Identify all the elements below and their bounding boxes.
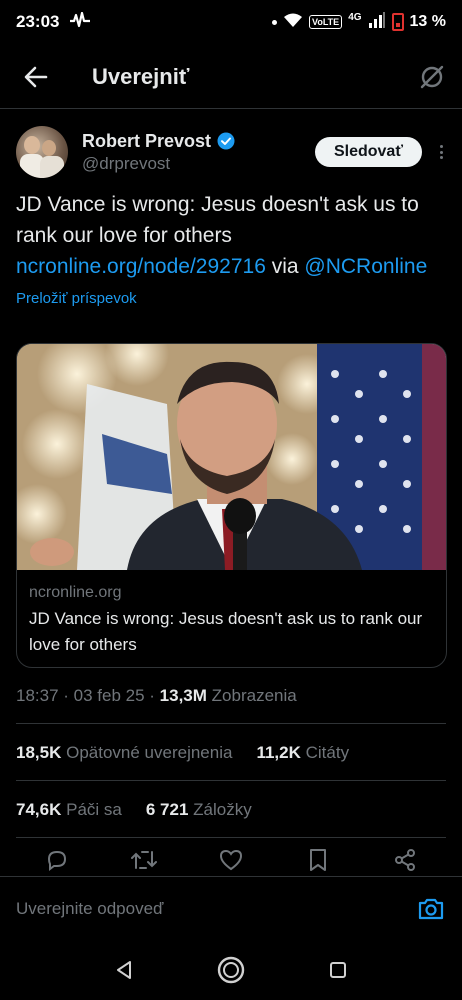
alarm-dot-icon xyxy=(272,19,278,25)
author-name[interactable]: Robert Prevost xyxy=(82,131,211,152)
battery-level: 13 % xyxy=(409,13,446,30)
network-type: 4G xyxy=(348,11,362,23)
more-options-button[interactable] xyxy=(436,142,446,162)
tweet-via: via xyxy=(265,255,305,278)
quotes-stat[interactable]: 11,2K Citáty xyxy=(256,743,349,763)
heart-icon xyxy=(219,849,242,871)
camera-icon xyxy=(418,898,444,919)
back-button[interactable] xyxy=(16,57,56,97)
reply-button[interactable] xyxy=(43,846,71,874)
status-time: 23:03 xyxy=(16,12,60,31)
nav-recents-button[interactable] xyxy=(320,952,356,988)
grok-icon xyxy=(420,65,444,89)
stats-row-likes: 74,6K Páči sa 6 721 Záložky xyxy=(16,800,252,820)
reply-icon xyxy=(48,850,67,871)
page-title: Uverejniť xyxy=(92,64,190,89)
card-info: ncronline.org JD Vance is wrong: Jesus d… xyxy=(17,570,446,658)
grok-button[interactable] xyxy=(416,61,448,93)
translate-post-link[interactable]: Preložiť príspevok xyxy=(16,290,137,307)
like-button[interactable] xyxy=(217,846,245,874)
nav-home-button[interactable] xyxy=(213,952,249,988)
card-image xyxy=(17,344,446,570)
arrow-left-icon xyxy=(24,66,48,88)
action-bar xyxy=(0,846,462,878)
status-bar: 23:03 VoLTE 4G 13 % xyxy=(0,0,462,44)
views-count: 13,3M xyxy=(159,686,207,705)
share-icon xyxy=(394,849,415,871)
top-bar: Uverejniť xyxy=(0,50,462,104)
link-card[interactable]: ncronline.org JD Vance is wrong: Jesus d… xyxy=(16,343,447,668)
repost-icon xyxy=(131,851,158,869)
square-recents-icon xyxy=(330,962,347,978)
card-title: JD Vance is wrong: Jesus doesn't ask us … xyxy=(29,609,423,654)
nav-back-button[interactable] xyxy=(106,952,142,988)
activity-icon xyxy=(69,11,91,33)
card-domain: ncronline.org xyxy=(29,584,122,601)
author-names: Robert Prevost @drprevost xyxy=(82,131,235,174)
signal-icon xyxy=(368,11,386,33)
bookmarks-stat[interactable]: 6 721 Záložky xyxy=(146,800,252,820)
meta-divider xyxy=(16,723,446,724)
tweet-body: JD Vance is wrong: Jesus doesn't ask us … xyxy=(16,193,419,247)
tweet-date: 03 feb 25 xyxy=(73,686,145,705)
header-divider xyxy=(0,108,462,109)
stats-row-reposts: 18,5K Opätovné uverejnenia 11,2K Citáty xyxy=(16,743,349,763)
volte-badge: VoLTE xyxy=(309,15,343,29)
tweet-meta: 18:37 · 03 feb 25 · 13,3M Zobrazenia xyxy=(16,686,297,705)
tweet-link[interactable]: ncronline.org/node/292716 xyxy=(16,255,266,278)
tweet-text: JD Vance is wrong: Jesus doesn't ask us … xyxy=(16,189,446,282)
tweet-mention[interactable]: @NCRonline xyxy=(304,255,427,278)
follow-button[interactable]: Sledovať xyxy=(314,137,422,167)
system-nav-bar xyxy=(0,940,462,1000)
wifi-icon xyxy=(283,12,303,33)
triangle-back-icon xyxy=(116,961,131,979)
tweet-time: 18:37 xyxy=(16,686,59,705)
views-label: Zobrazenia xyxy=(211,686,297,705)
bookmark-button[interactable] xyxy=(304,846,332,874)
stats-divider-1 xyxy=(16,780,446,781)
share-button[interactable] xyxy=(391,846,419,874)
more-dots-icon xyxy=(439,145,443,148)
author-handle[interactable]: @drprevost xyxy=(82,154,235,174)
reposts-stat[interactable]: 18,5K Opätovné uverejnenia xyxy=(16,743,232,763)
likes-stat[interactable]: 74,6K Páči sa xyxy=(16,800,122,820)
circle-home-icon xyxy=(217,956,245,984)
tweet-author: Robert Prevost @drprevost Sledovať xyxy=(16,124,446,180)
bookmark-icon xyxy=(309,849,326,871)
battery-icon xyxy=(391,13,404,31)
repost-button[interactable] xyxy=(130,846,158,874)
stats-divider-2 xyxy=(16,837,446,838)
card-photo-illustration xyxy=(17,344,446,570)
camera-button[interactable] xyxy=(416,894,446,924)
avatar[interactable] xyxy=(16,126,68,178)
reply-composer[interactable]: Uverejnite odpoveď xyxy=(0,876,462,940)
reply-input[interactable]: Uverejnite odpoveď xyxy=(16,899,163,919)
verified-badge-icon xyxy=(217,132,235,150)
